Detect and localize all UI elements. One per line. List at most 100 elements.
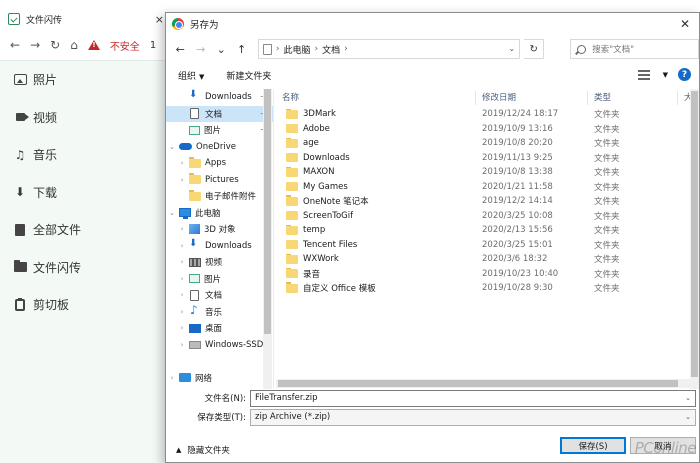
back-button[interactable]: ← xyxy=(172,43,188,56)
close-dialog-button[interactable]: ✕ xyxy=(671,17,699,31)
expand-icon[interactable]: › xyxy=(178,176,186,184)
forward-button[interactable]: → xyxy=(192,43,208,56)
forward-icon[interactable]: → xyxy=(30,38,40,52)
table-row[interactable]: WXWork 2020/3/6 18:32 文件夹 xyxy=(276,252,700,267)
nav-pane-item[interactable]: 图片⊸ xyxy=(166,122,273,139)
file-type: 文件夹 xyxy=(594,226,620,237)
table-row[interactable]: 自定义 Office 模板 2019/10/28 9:30 文件夹 xyxy=(276,281,700,296)
nav-pane-item[interactable]: › Downloads xyxy=(166,238,273,255)
up-folder-button[interactable]: ↑ xyxy=(233,43,249,56)
nav-pane-item[interactable]: 电子邮件附件 xyxy=(166,188,273,205)
table-row[interactable]: Adobe 2019/10/9 13:16 文件夹 xyxy=(276,122,700,137)
scrollbar-thumb[interactable] xyxy=(691,91,698,377)
expand-icon[interactable]: › xyxy=(178,291,186,299)
nav-pane-item[interactable]: › Apps xyxy=(166,155,273,172)
nav-pane-item[interactable]: › 桌面 xyxy=(166,320,273,337)
sidebar-item-downloads[interactable]: ⬇ 下载 xyxy=(0,174,166,212)
table-row[interactable]: Tencent Files 2020/3/25 15:01 文件夹 xyxy=(276,238,700,253)
chevron-down-icon: ▼ xyxy=(199,72,205,81)
file-date: 2020/3/6 18:32 xyxy=(482,254,548,265)
file-date: 2019/11/13 9:25 xyxy=(482,152,553,163)
file-list-horizontal-scrollbar[interactable] xyxy=(276,379,692,388)
home-icon[interactable]: ⌂ xyxy=(70,38,78,52)
save-button[interactable]: 保存(S) xyxy=(560,437,626,454)
sidebar-item-music[interactable]: ♫ 音乐 xyxy=(0,136,166,174)
address-bar[interactable]: 1 xyxy=(150,40,156,51)
nav-pane-item[interactable]: ⌄ OneDrive xyxy=(166,139,273,156)
column-header-type[interactable]: 类型 xyxy=(588,91,678,105)
breadcrumb-this-pc[interactable]: 此电脑 xyxy=(283,43,310,56)
scrollbar-thumb[interactable] xyxy=(264,89,271,334)
folder-icon xyxy=(286,167,298,177)
expand-icon[interactable]: › xyxy=(178,258,186,266)
table-row[interactable]: Downloads 2019/11/13 9:25 文件夹 xyxy=(276,151,700,166)
sidebar-item-clipboard[interactable]: 剪切板 xyxy=(0,286,166,324)
scrollbar-thumb[interactable] xyxy=(278,380,678,387)
organize-button[interactable]: 组织 ▼ xyxy=(178,69,204,82)
file-name: 3DMark xyxy=(303,109,336,120)
table-row[interactable]: My Games 2020/1/21 11:58 文件夹 xyxy=(276,180,700,195)
chevron-down-icon[interactable]: ⌄ xyxy=(685,394,691,402)
table-row[interactable]: MAXON 2019/10/8 13:38 文件夹 xyxy=(276,165,700,180)
table-row[interactable]: OneNote 笔记本 2019/12/2 14:14 文件夹 xyxy=(276,194,700,209)
table-row[interactable]: temp 2020/2/13 15:56 文件夹 xyxy=(276,223,700,238)
back-icon[interactable]: ← xyxy=(10,38,20,52)
file-list-vertical-scrollbar[interactable] xyxy=(690,89,699,389)
table-row[interactable]: 录音 2019/10/23 10:40 文件夹 xyxy=(276,267,700,282)
save-as-dialog: 另存为 ✕ ← → ⌄ ↑ › 此电脑 › 文档 › ⌄ ↻ 搜索"文档" 组织… xyxy=(165,12,700,463)
reload-icon[interactable]: ↻ xyxy=(50,38,60,52)
navigation-pane-scrollbar[interactable] xyxy=(263,89,272,389)
hide-folders-toggle[interactable]: ▲ 隐藏文件夹 xyxy=(166,444,230,456)
refresh-button[interactable]: ↻ xyxy=(524,39,545,59)
nav-pane-item[interactable]: › Windows-SSD xyxy=(166,337,273,354)
chevron-down-icon[interactable]: ⌄ xyxy=(685,413,691,421)
file-name: My Games xyxy=(303,181,348,192)
nav-pane-item[interactable]: 文档⊸ xyxy=(166,105,273,122)
warning-icon[interactable] xyxy=(87,40,100,50)
filename-input[interactable]: FileTransfer.zip ⌄ xyxy=(250,389,696,407)
picture-icon xyxy=(189,125,200,135)
address-bar[interactable]: › 此电脑 › 文档 › ⌄ xyxy=(257,39,521,59)
browser-tab[interactable]: 文件闪传 × xyxy=(8,6,168,32)
expand-icon[interactable]: › xyxy=(168,374,176,382)
expand-icon[interactable]: › xyxy=(178,324,186,332)
close-tab-icon[interactable]: × xyxy=(155,13,164,26)
nav-pane-item[interactable]: › 图片 xyxy=(166,271,273,288)
nav-pane-item[interactable]: ⌄ 此电脑 xyxy=(166,205,273,222)
sidebar-item-videos[interactable]: 视频 xyxy=(0,99,166,137)
nav-pane-item[interactable]: › 视频 xyxy=(166,254,273,271)
file-name-cell: Downloads xyxy=(276,152,476,163)
expand-icon[interactable]: › xyxy=(178,242,186,250)
expand-icon[interactable]: ⌄ xyxy=(168,143,176,151)
sidebar-item-file-transfer[interactable]: 文件闪传 xyxy=(0,249,166,287)
chevron-down-icon[interactable]: ⌄ xyxy=(508,44,515,53)
chevron-down-icon[interactable]: ▼ xyxy=(663,71,668,79)
filetype-select[interactable]: zip Archive (*.zip) ⌄ xyxy=(250,408,696,426)
sidebar-item-photos[interactable]: 照片 xyxy=(0,61,166,99)
expand-icon[interactable]: › xyxy=(178,159,186,167)
nav-pane-item[interactable]: Downloads⊸ xyxy=(166,89,273,106)
sidebar-item-all-files[interactable]: 全部文件 xyxy=(0,211,166,249)
table-row[interactable]: age 2019/10/8 20:20 文件夹 xyxy=(276,136,700,151)
expand-icon[interactable]: ⌄ xyxy=(168,209,176,217)
nav-pane-item[interactable]: › 音乐 xyxy=(166,303,273,321)
nav-pane-item[interactable]: › 文档 xyxy=(166,287,273,304)
help-icon[interactable]: ? xyxy=(678,68,691,81)
file-type: 文件夹 xyxy=(594,211,620,222)
nav-pane-item[interactable]: › Pictures xyxy=(166,172,273,189)
expand-icon[interactable]: › xyxy=(178,225,186,233)
table-row[interactable]: ScreenToGif 2020/3/25 10:08 文件夹 xyxy=(276,209,700,224)
recent-locations-dropdown[interactable]: ⌄ xyxy=(213,43,229,56)
nav-pane-item[interactable]: › 网络 xyxy=(166,370,273,387)
expand-icon[interactable]: › xyxy=(178,308,186,316)
search-input[interactable]: 搜索"文档" xyxy=(570,39,700,59)
new-folder-button[interactable]: 新建文件夹 xyxy=(226,69,271,82)
expand-icon[interactable]: › xyxy=(178,275,186,283)
view-options-icon[interactable] xyxy=(637,69,650,80)
table-row[interactable]: 3DMark 2019/12/24 18:17 文件夹 xyxy=(276,107,700,122)
security-status[interactable]: 不安全 xyxy=(110,38,140,53)
breadcrumb-documents[interactable]: 文档 xyxy=(322,43,340,56)
nav-pane-item[interactable]: › 3D 对象 xyxy=(166,221,273,238)
column-header-date[interactable]: 修改日期 xyxy=(476,91,588,105)
expand-icon[interactable]: › xyxy=(178,341,186,349)
